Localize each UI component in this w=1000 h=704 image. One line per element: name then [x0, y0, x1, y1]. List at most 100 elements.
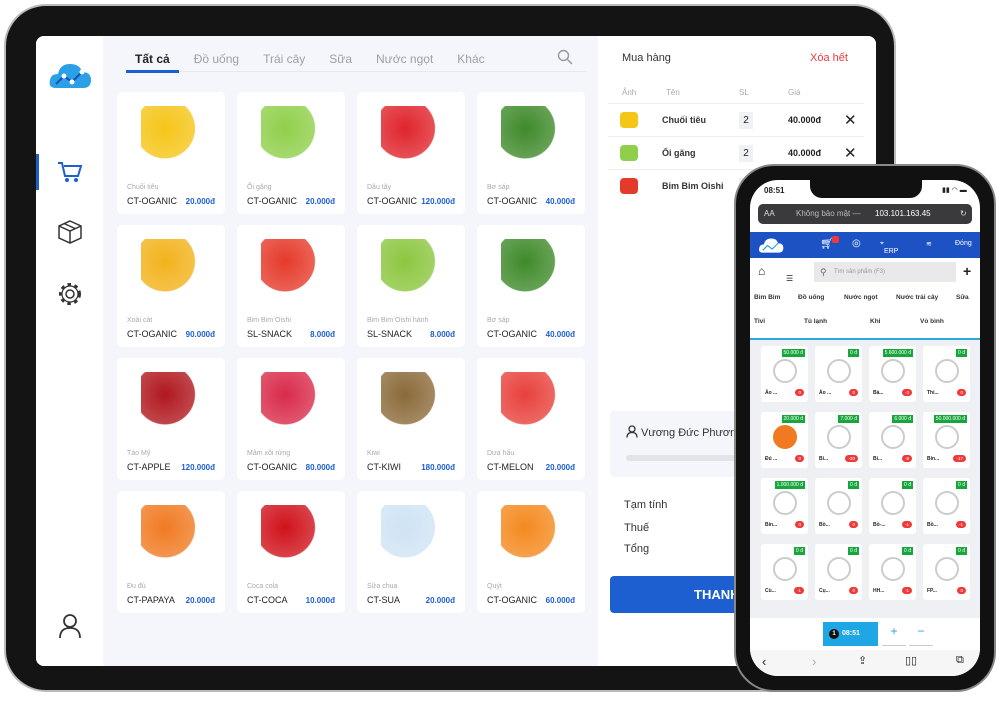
phone-product-card[interactable]: 7.000 đ Bi... -20	[815, 412, 862, 468]
product-name: Đu đủ	[127, 583, 146, 590]
add-button[interactable]: +	[963, 263, 971, 279]
product-card[interactable]: Chuối tiêu CT-OGANIC 20.000đ	[117, 92, 225, 214]
product-card[interactable]: Bim Bim Oishi hành SL-SNACK 8.000đ	[357, 225, 465, 347]
tab-4[interactable]: Nước ngọt	[367, 48, 442, 71]
no-image-icon	[935, 491, 959, 515]
phone-product-card[interactable]: 0 đ HH... -1	[869, 544, 916, 600]
share-icon[interactable]: ⇪	[858, 654, 867, 667]
product-card[interactable]: Xoài cát CT-OGANIC 90.000đ	[117, 225, 225, 347]
no-image-icon	[935, 359, 959, 383]
product-card[interactable]: Mâm xôi rừng CT-OGANIC 80.000đ	[237, 358, 345, 480]
phone-category[interactable]: Đồ uống	[798, 294, 824, 301]
bookmarks-icon[interactable]: ▯▯	[905, 654, 917, 667]
product-price: 20.000đ	[185, 596, 215, 605]
phone-category[interactable]: Nước trái cây	[896, 294, 938, 301]
tabs-icon[interactable]: ⧉	[956, 654, 964, 667]
tab-0[interactable]: Tất cả	[126, 48, 179, 73]
address-bar[interactable]: AA Không bảo mật — 103.101.163.45 ↻	[758, 204, 972, 224]
user-icon[interactable]: ◎	[852, 238, 861, 249]
tab-2[interactable]: Trái cây	[254, 48, 314, 71]
phone-category[interactable]: Tivi	[754, 318, 765, 325]
phone-category[interactable]: Bim Bim	[754, 294, 780, 301]
phone-category[interactable]: Nước ngọt	[844, 294, 878, 301]
product-code: CT-PAPAYA	[127, 595, 175, 605]
phone-product-card[interactable]: 6.000 đ Bi... -8	[869, 412, 916, 468]
product-card[interactable]: Dưa hấu CT-MELON 20.000đ	[477, 358, 585, 480]
product-card[interactable]: Dâu tây CT-OGANIC 120.000đ	[357, 92, 465, 214]
product-name: Dưa hấu	[487, 450, 515, 457]
phone-product-card[interactable]: 0 đ Bồ... 0	[815, 478, 862, 534]
text-size-button[interactable]: AA	[764, 204, 775, 224]
phone-product-card[interactable]: 0 đ Cụ... 0	[815, 544, 862, 600]
search-icon[interactable]	[557, 49, 573, 65]
remove-item-icon[interactable]: ✕	[844, 111, 857, 129]
product-image	[141, 372, 201, 428]
product-card[interactable]: Ổi găng CT-OGANIC 20.000đ	[237, 92, 345, 214]
product-price: 60.000đ	[545, 596, 575, 605]
sidebar-item-settings[interactable]	[36, 276, 103, 312]
cart-item-qty[interactable]: 2	[739, 112, 753, 129]
phone-product-card[interactable]: 20.000 đ Đủ ... 0	[761, 412, 808, 468]
phone-product-card[interactable]: 0 đ Bồ-... -1	[869, 478, 916, 534]
product-image	[773, 425, 797, 449]
phone-product-price: 7.000 đ	[838, 415, 859, 423]
product-card[interactable]: Kiwi CT-KIWI 180.000đ	[357, 358, 465, 480]
add-order-button[interactable]: +	[882, 624, 906, 646]
wifi-icon[interactable]: ≋	[926, 240, 932, 248]
erp-link[interactable]: ⌖ ERP	[880, 240, 898, 255]
phone-product-card[interactable]: 0 đ Thi... 0	[923, 346, 970, 402]
sidebar-item-cart[interactable]	[36, 154, 103, 190]
phone-product-name: Bin...	[927, 456, 940, 462]
list-icon[interactable]: ☰	[786, 274, 793, 283]
home-icon[interactable]: ⌂	[758, 264, 765, 278]
phone-search-input[interactable]: ⚲ Tìm sản phẩm (F3)	[814, 262, 956, 282]
sidebar-item-products[interactable]	[36, 214, 103, 250]
product-name: Sữa chua	[367, 583, 398, 590]
no-image-icon	[773, 359, 797, 383]
phone-category[interactable]: Tủ lạnh	[804, 318, 827, 325]
phone-category[interactable]: Khi	[870, 318, 880, 325]
phone-product-card[interactable]: 0 đ Cù... -1	[761, 544, 808, 600]
product-price: 40.000đ	[545, 330, 575, 339]
product-card[interactable]: Đu đủ CT-PAPAYA 20.000đ	[117, 491, 225, 613]
product-card[interactable]: Quýt CT-OGANIC 60.000đ	[477, 491, 585, 613]
no-image-icon	[935, 425, 959, 449]
clear-cart-button[interactable]: Xóa hết	[810, 52, 848, 64]
stock-badge: -1	[955, 521, 966, 528]
product-image	[141, 239, 201, 295]
phone-product-card[interactable]: 50.000 đ Áo ... 0	[761, 346, 808, 402]
phone-product-card[interactable]: 0 đ Bồ... -1	[923, 478, 970, 534]
phone-product-card[interactable]: 1.000.000 đ Bin... 0	[761, 478, 808, 534]
product-price: 90.000đ	[185, 330, 215, 339]
product-card[interactable]: Táo Mỹ CT-APPLE 120.000đ	[117, 358, 225, 480]
product-code: CT-KIWI	[367, 462, 401, 472]
stock-badge: 0	[849, 389, 858, 396]
phone-category[interactable]: Sữa	[956, 294, 969, 301]
phone-navbar: 🛒︎ ◎ ⌖ ERP ≋ Đóng	[750, 232, 980, 258]
phone-product-card[interactable]: 0 đ FP... 0	[923, 544, 970, 600]
product-card[interactable]: Coca cola CT-COCA 10.000đ	[237, 491, 345, 613]
tab-5[interactable]: Khác	[448, 48, 493, 71]
product-card[interactable]: Bơ sáp CT-OGANIC 40.000đ	[477, 92, 585, 214]
phone-product-card[interactable]: 0 đ Áo ... 0	[815, 346, 862, 402]
phone-product-card[interactable]: 5.600.000 đ Bà... -3	[869, 346, 916, 402]
product-card[interactable]: Sữa chua CT-SUA 20.000đ	[357, 491, 465, 613]
stock-badge: 0	[795, 389, 804, 396]
back-icon[interactable]: ‹	[762, 654, 766, 669]
phone-category[interactable]: Vỏ bình	[920, 318, 944, 325]
cart-item-qty[interactable]: 2	[739, 145, 753, 162]
phone-product-grid: 50.000 đ Áo ... 0 0 đ Áo ... 0 5.600.000 đ Bà..…	[750, 338, 980, 618]
order-tab[interactable]: 1 08:51	[823, 622, 878, 646]
erp-label: ERP	[883, 248, 899, 255]
product-card[interactable]: Bim Bim Oishi SL-SNACK 8.000đ	[237, 225, 345, 347]
forward-icon[interactable]: ›	[812, 654, 816, 669]
phone-product-card[interactable]: 50.000.000 đ Bin... -17	[923, 412, 970, 468]
close-link[interactable]: Đóng	[955, 240, 972, 247]
remove-order-button[interactable]: −	[909, 624, 933, 646]
product-card[interactable]: Bơ sáp CT-OGANIC 40.000đ	[477, 225, 585, 347]
tab-1[interactable]: Đồ uống	[185, 48, 248, 71]
sidebar-item-account[interactable]	[36, 608, 103, 644]
remove-item-icon[interactable]: ✕	[844, 144, 857, 162]
reload-icon[interactable]: ↻	[960, 204, 967, 224]
tab-3[interactable]: Sữa	[320, 48, 361, 71]
